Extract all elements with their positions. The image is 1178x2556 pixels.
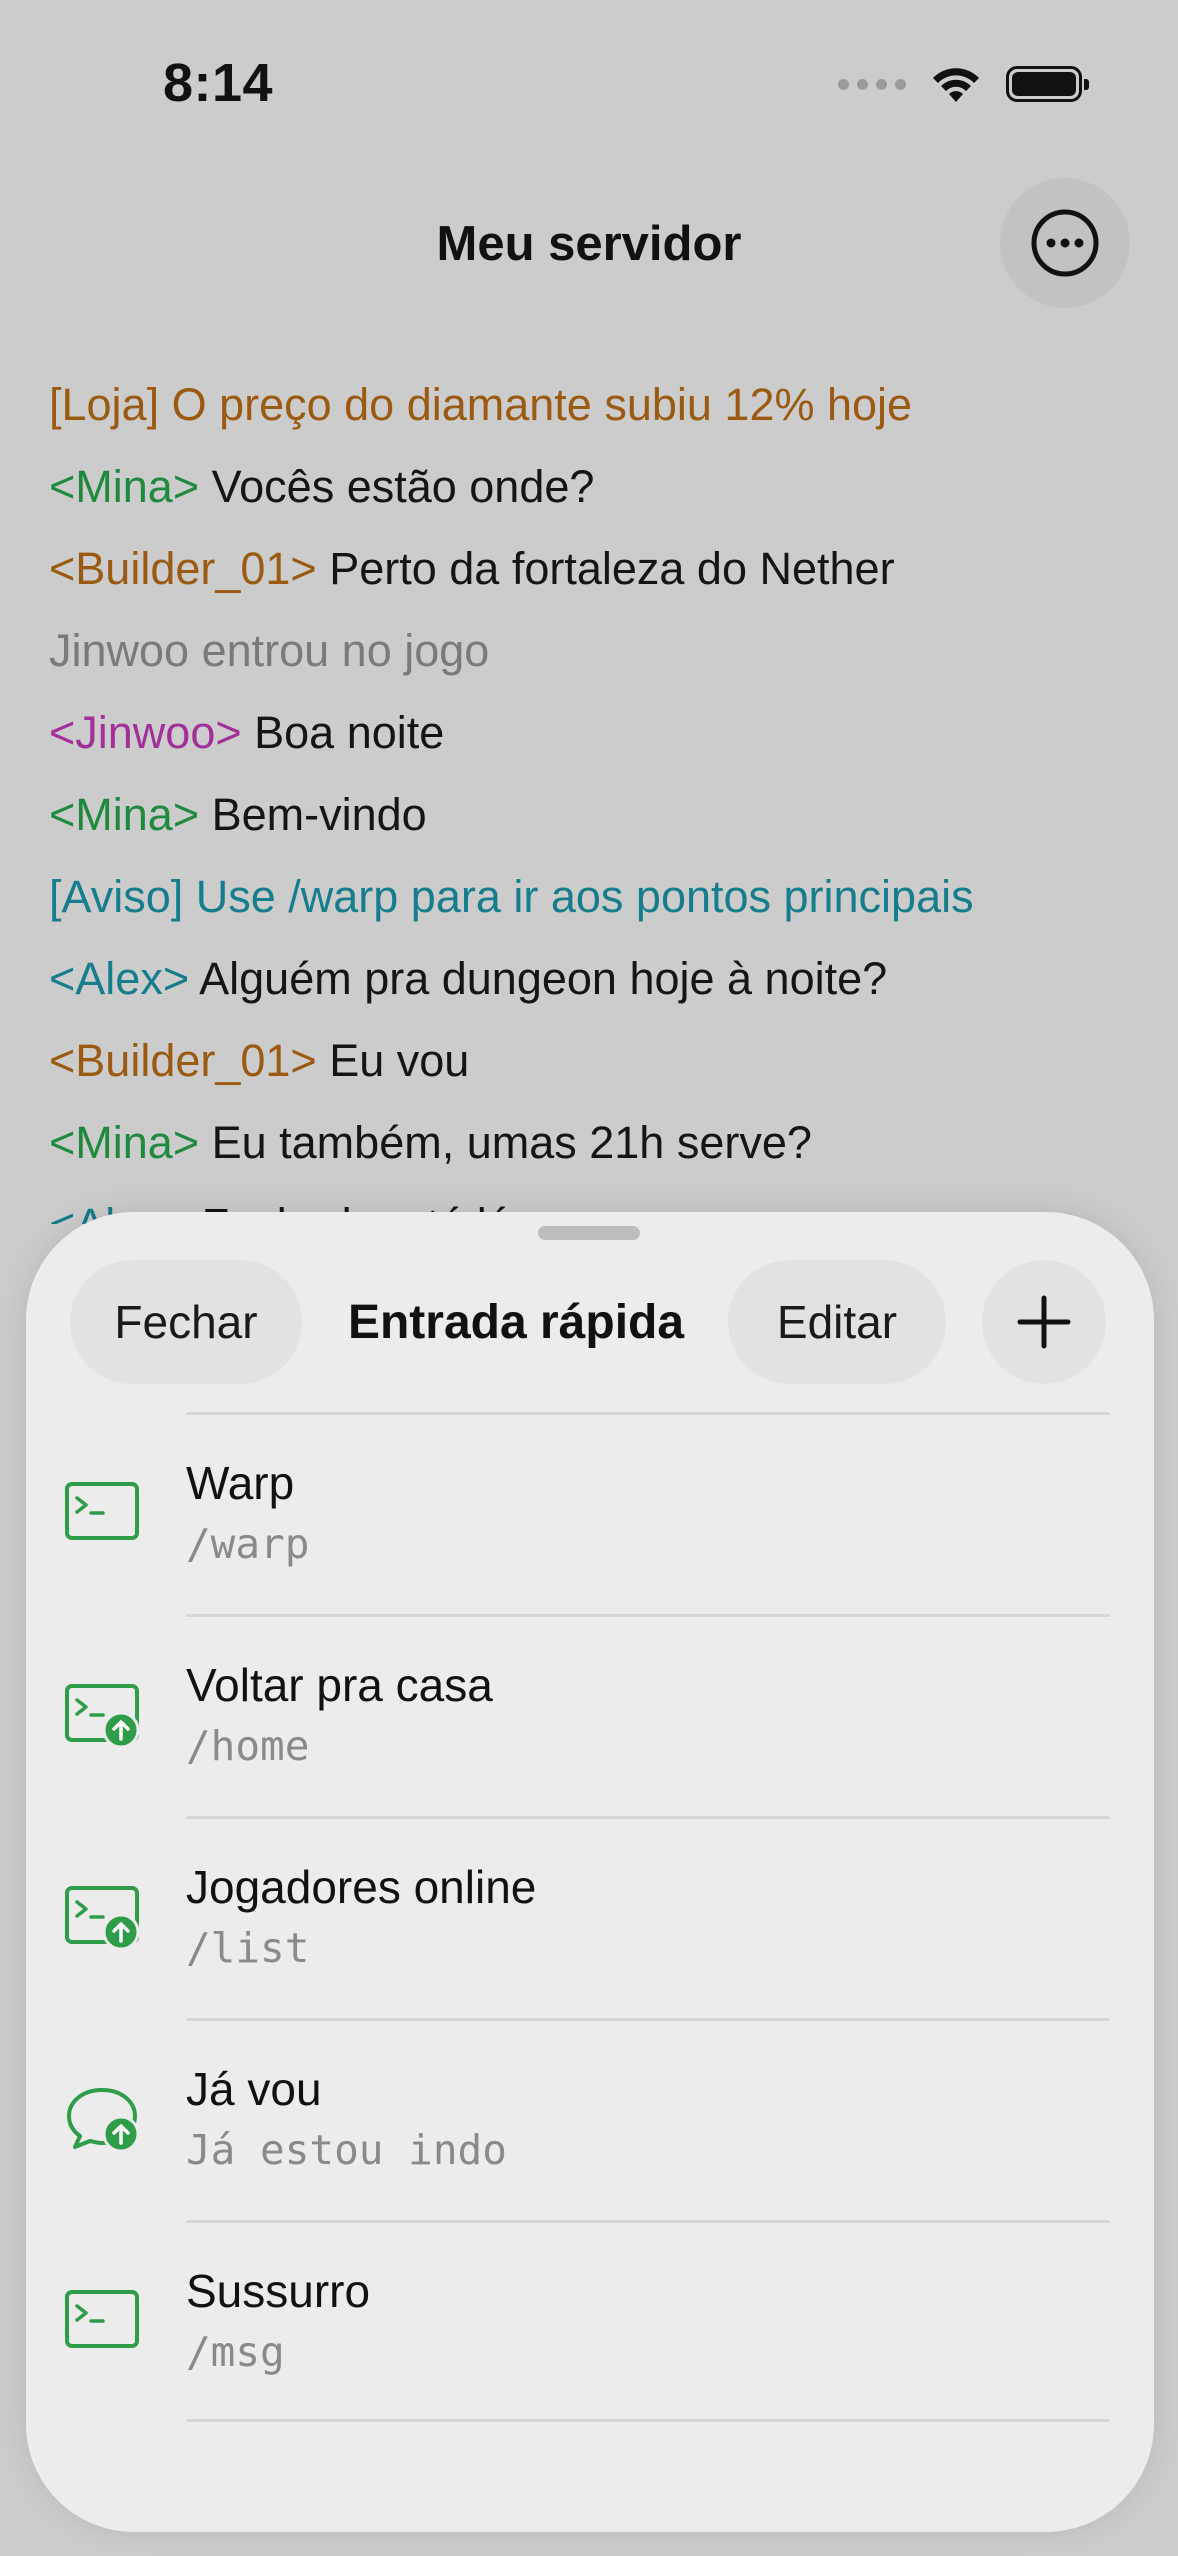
chat-sender: Jinwoo entrou no jogo (49, 625, 490, 676)
plus-icon (1017, 1295, 1071, 1349)
chat-message: <Builder_01> Perto da fortaleza do Nethe… (49, 528, 1138, 610)
quick-entry-item[interactable]: Warp /warp (26, 1412, 1154, 1614)
chat-message: <Builder_01> Eu vou (49, 1020, 1138, 1102)
chat-sender: <Alex> (49, 953, 190, 1004)
chat-text: Alguém pra dungeon hoje à noite? (189, 953, 888, 1004)
quick-entry-command: /msg (186, 2328, 285, 2376)
sheet-toolbar: Fechar Entrada rápida Editar (26, 1260, 1154, 1404)
chat-sender: <Jinwoo> (49, 707, 242, 758)
quick-entry-sheet: Fechar Entrada rápida Editar Warp /warp (26, 1212, 1154, 2532)
quick-entry-command: /list (186, 1924, 310, 1972)
chat-log[interactable]: [Loja] O preço do diamante subiu 12% hoj… (49, 364, 1138, 1224)
edit-button[interactable]: Editar (728, 1260, 946, 1384)
add-button[interactable] (982, 1260, 1106, 1384)
chat-message: <Mina> Eu também, umas 21h serve? (49, 1102, 1138, 1184)
close-button[interactable]: Fechar (70, 1260, 302, 1384)
quick-entry-item[interactable]: Já vou Já estou indo (26, 2018, 1154, 2220)
status-time: 8:14 (163, 53, 274, 113)
quick-entry-command: /warp (186, 1520, 310, 1568)
chat-sender: [Aviso] Use /warp para ir aos pontos pri… (49, 871, 974, 922)
ellipsis-circle-icon (1031, 209, 1099, 277)
status-bar: 8:14 (0, 0, 1178, 170)
sheet-grabber[interactable] (538, 1226, 640, 1240)
more-options-button[interactable] (1000, 178, 1130, 308)
chat-send-icon (67, 2088, 140, 2153)
cellular-signal-icon (838, 78, 906, 90)
terminal-send-icon (65, 1886, 140, 1951)
battery-icon (1006, 66, 1089, 102)
chat-text: Eu também, umas 21h serve? (199, 1117, 812, 1168)
quick-entry-title: Warp (186, 1457, 295, 1509)
sheet-title: Entrada rápida (347, 1295, 685, 1349)
chat-sender: <Mina> (49, 461, 200, 512)
terminal-icon (65, 1482, 139, 1540)
chat-text: Perto da fortaleza do Nether (316, 543, 895, 594)
quick-entry-title: Jogadores online (186, 1861, 537, 1913)
chat-text: Bem-vindo (199, 789, 427, 840)
wifi-icon (933, 68, 979, 102)
terminal-send-icon (65, 1684, 140, 1749)
quick-entry-title: Voltar pra casa (186, 1659, 493, 1711)
chat-sender: <Mina> (49, 789, 200, 840)
chat-message: <Alex> Alguém pra dungeon hoje à noite? (49, 938, 1138, 1020)
chat-sender: <Mina> (49, 1117, 200, 1168)
quick-entry-message: Já estou indo (186, 2126, 507, 2174)
chat-sender: [Loja] O preço do diamante subiu 12% hoj… (49, 379, 913, 430)
terminal-icon (65, 2290, 139, 2348)
quick-entry-command: /home (186, 1722, 310, 1770)
chat-text: Eu vou (316, 1035, 470, 1086)
quick-entry-title: Já vou (186, 2063, 322, 2115)
chat-sender: <Builder_01> (49, 1035, 317, 1086)
quick-entry-item[interactable]: Voltar pra casa /home (26, 1614, 1154, 1816)
quick-entry-title: Sussurro (186, 2265, 371, 2317)
quick-entry-item[interactable]: Sussurro /msg (26, 2220, 1154, 2422)
chat-message: <Mina> Vocês estão onde? (49, 446, 1138, 528)
chat-message: Jinwoo entrou no jogo (49, 610, 1138, 692)
chat-message: <Jinwoo> Boa noite (49, 692, 1138, 774)
chat-text: Vocês estão onde? (199, 461, 595, 512)
chat-message: [Aviso] Use /warp para ir aos pontos pri… (49, 856, 1138, 938)
chat-message: [Loja] O preço do diamante subiu 12% hoj… (49, 364, 1138, 446)
quick-entry-list: Warp /warp Voltar pra casa /home Jogador… (26, 1412, 1154, 2422)
quick-entry-item[interactable]: Jogadores online /list (26, 1816, 1154, 2018)
chat-text: Boa noite (241, 707, 445, 758)
status-icons (838, 64, 1089, 104)
chat-message: <Mina> Bem-vindo (49, 774, 1138, 856)
chat-sender: <Builder_01> (49, 543, 317, 594)
